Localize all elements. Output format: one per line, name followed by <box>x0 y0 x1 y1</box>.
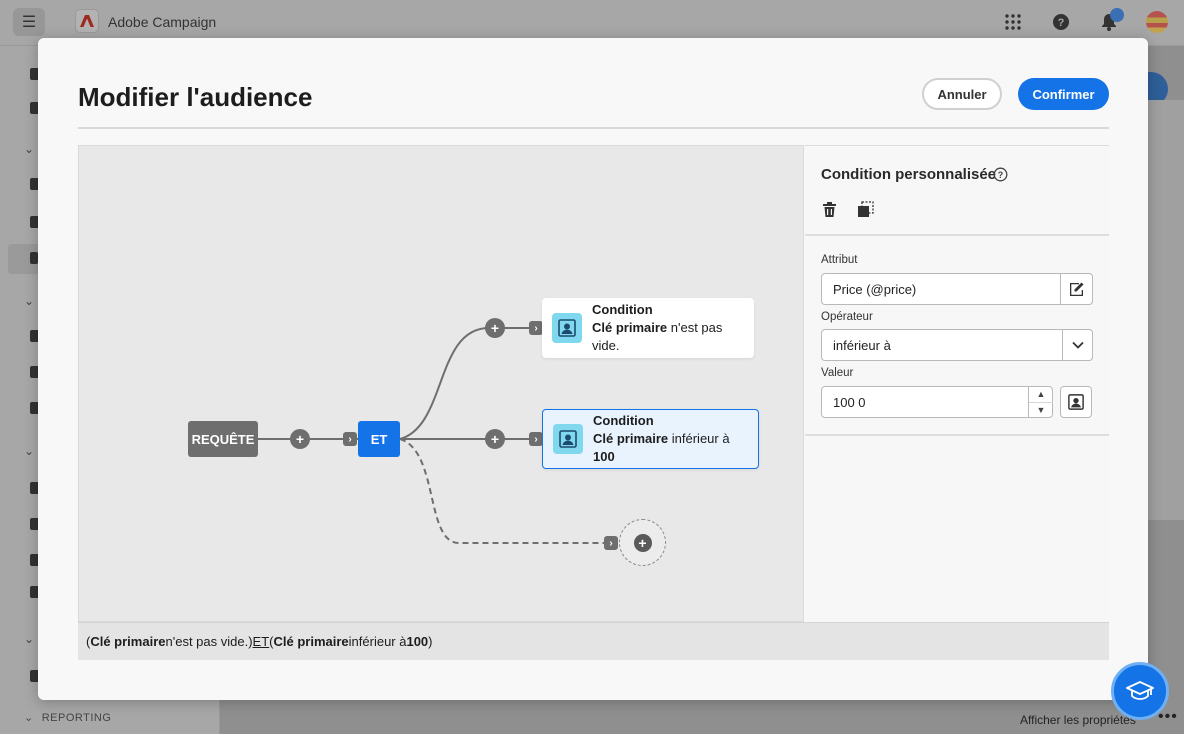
value-input[interactable]: 100 0 ▲ ▼ <box>821 386 1053 418</box>
chevron-right-icon: › <box>343 432 357 446</box>
notification-badge <box>1110 8 1124 22</box>
properties-title: Condition personnalisée <box>821 166 997 183</box>
condition-operator: inférieur à <box>668 431 730 446</box>
add-icon: + <box>633 533 652 552</box>
profile-card-icon <box>552 313 582 343</box>
summary-text: inférieur à <box>348 634 407 649</box>
properties-panel: Condition personnalisée ? Attribut Price… <box>805 145 1109 622</box>
chevron-down-icon[interactable]: ⌄ <box>24 444 34 458</box>
query-canvas[interactable]: REQUÊTE + › ET + › Condition Clé primair… <box>78 145 804 622</box>
profile-card-icon <box>1068 394 1084 410</box>
title-divider <box>78 127 1109 129</box>
condition-value: 100 <box>593 449 615 464</box>
summary-operator: ET <box>252 634 270 649</box>
and-operator-node[interactable]: ET <box>358 421 400 457</box>
panel-divider <box>805 434 1109 436</box>
attribute-field[interactable]: Price (@price) <box>821 273 1093 305</box>
cancel-button[interactable]: Annuler <box>922 78 1002 110</box>
condition-node[interactable]: Condition Clé primaire n'est pas vide. <box>542 298 754 358</box>
show-properties-link[interactable]: Afficher les propriétés <box>1020 713 1136 727</box>
hamburger-icon[interactable]: ☰ <box>13 8 45 36</box>
edit-audience-dialog: Modifier l'audience Annuler Confirmer RE… <box>38 38 1148 700</box>
operator-value: inférieur à <box>833 337 891 353</box>
condition-attribute: Clé primaire <box>593 431 669 446</box>
nav-section-reporting[interactable]: ⌄ REPORTING <box>24 711 111 724</box>
graduation-cap-icon <box>1126 681 1154 700</box>
summary-text: ) <box>428 634 433 649</box>
help-icon[interactable]: ? <box>993 167 1008 182</box>
value-text: 100 0 <box>833 394 866 410</box>
profile-card-icon <box>553 424 583 454</box>
add-step-icon[interactable]: + <box>485 429 505 449</box>
trash-icon[interactable] <box>821 201 838 218</box>
dialog-title: Modifier l'audience <box>78 82 313 112</box>
app-name: Adobe Campaign <box>108 14 217 30</box>
condition-title: Condition <box>592 302 653 317</box>
condition-attribute: Clé primaire <box>592 320 668 335</box>
decrement-icon[interactable]: ▼ <box>1029 403 1053 418</box>
apps-grid-icon[interactable] <box>1002 11 1024 33</box>
avatar[interactable] <box>1146 11 1168 33</box>
summary-attribute: Clé primaire <box>273 634 349 649</box>
summary-attribute: Clé primaire <box>90 634 166 649</box>
connector-lines <box>258 327 606 544</box>
summary-value: 100 <box>406 634 429 649</box>
svg-text:?: ? <box>1058 17 1065 29</box>
value-label: Valeur <box>821 367 854 379</box>
chevron-right-icon: › <box>529 321 543 335</box>
summary-text: n'est pas vide.) <box>165 634 253 649</box>
condition-title: Condition <box>593 413 654 428</box>
help-icon[interactable]: ? <box>1050 11 1072 33</box>
condition-node-selected[interactable]: Condition Clé primaire inférieur à 100 <box>542 409 759 469</box>
chevron-down-icon[interactable]: ⌄ <box>24 142 34 156</box>
chevron-right-icon: › <box>529 432 543 446</box>
operator-dropdown-button[interactable] <box>1062 329 1093 361</box>
edit-icon <box>1070 282 1084 296</box>
query-node[interactable]: REQUÊTE <box>188 421 258 457</box>
reporting-label: REPORTING <box>41 712 112 724</box>
value-picker-button[interactable] <box>1060 386 1092 418</box>
increment-icon[interactable]: ▲ <box>1029 387 1053 403</box>
duplicate-icon[interactable] <box>857 201 874 218</box>
svg-text:?: ? <box>998 170 1004 180</box>
edit-attribute-button[interactable] <box>1060 273 1093 305</box>
value-stepper[interactable]: ▲ ▼ <box>1028 387 1053 417</box>
adobe-logo-icon <box>75 9 99 33</box>
attribute-label: Attribut <box>821 254 858 266</box>
add-step-icon[interactable]: + <box>485 318 505 338</box>
chevron-down-icon <box>1071 341 1084 349</box>
operator-select[interactable]: inférieur à <box>821 329 1093 361</box>
audience-icon[interactable] <box>30 252 38 264</box>
panel-divider <box>805 234 1109 236</box>
attribute-value: Price (@price) <box>833 281 917 297</box>
query-summary: (Clé primaire n'est pas vide.) ET (Clé p… <box>78 622 1109 660</box>
chevron-right-icon: › <box>604 536 618 550</box>
operator-label: Opérateur <box>821 311 873 323</box>
background-panel <box>1148 100 1184 520</box>
add-step-icon[interactable]: + <box>290 429 310 449</box>
chevron-down-icon[interactable]: ⌄ <box>24 632 34 646</box>
chevron-down-icon[interactable]: ⌄ <box>24 294 34 308</box>
learn-button[interactable] <box>1111 662 1169 720</box>
add-condition-placeholder[interactable]: + <box>619 519 666 566</box>
confirm-button[interactable]: Confirmer <box>1018 78 1109 110</box>
